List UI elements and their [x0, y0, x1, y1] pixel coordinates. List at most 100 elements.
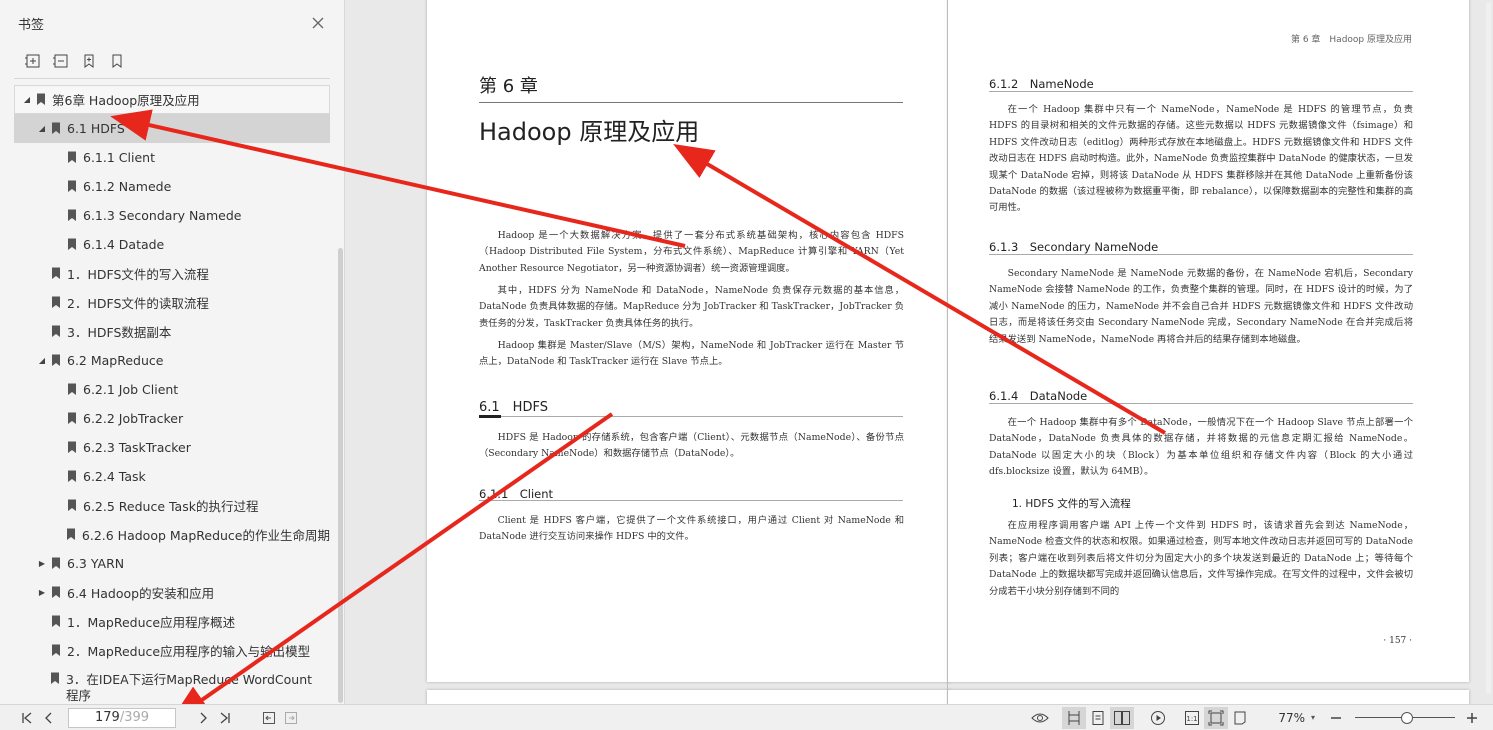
- toggle-spacer: [52, 442, 64, 454]
- bookmark-6-1-1[interactable]: 6.1.1 Client: [14, 143, 330, 172]
- bookmark-icon: [67, 151, 77, 164]
- fit-width-icon[interactable]: [1228, 707, 1252, 729]
- bookmark-label: 6.1.1 Client: [83, 150, 155, 165]
- zoom-dropdown-icon[interactable]: ▾: [1311, 713, 1315, 722]
- zoom-out-icon[interactable]: [1325, 707, 1347, 729]
- total-pages: /399: [119, 710, 150, 725]
- collapsed-toggle-icon[interactable]: ▶: [36, 587, 48, 599]
- toggle-spacer: [52, 239, 64, 251]
- actual-size-icon[interactable]: 1:1: [1180, 707, 1204, 729]
- eye-protection-icon[interactable]: [1028, 707, 1052, 729]
- next-page-left: [427, 690, 950, 704]
- bookmark-icon[interactable]: [108, 52, 126, 70]
- zoom-in-icon[interactable]: [1461, 707, 1483, 729]
- add-bookmark-icon[interactable]: [80, 52, 98, 70]
- intro-paragraph-2: 其中，HDFS 分为 NameNode 和 DataNode，NameNode …: [479, 285, 904, 329]
- toggle-spacer: [36, 645, 48, 657]
- bookmark-6-2-3[interactable]: 6.2.3 TaskTracker: [14, 433, 330, 462]
- play-icon[interactable]: [1146, 707, 1170, 729]
- bookmarks-toolbar: [0, 46, 344, 76]
- bookmark-label: 6.2.2 JobTracker: [83, 411, 184, 426]
- close-icon[interactable]: [310, 15, 326, 31]
- previous-page-icon[interactable]: [38, 707, 60, 729]
- bookmark-icon: [67, 412, 77, 425]
- bookmark-6-1-3[interactable]: 6.1.3 Secondary Namede: [14, 201, 330, 230]
- page-number-input[interactable]: 179/399: [68, 707, 176, 728]
- forward-icon[interactable]: [280, 707, 302, 729]
- bookmark-hdfs-read[interactable]: 2．HDFS文件的读取流程: [14, 288, 330, 317]
- bookmark-chapter-6[interactable]: ◢ 第6章 Hadoop原理及应用: [14, 85, 330, 114]
- bookmark-6-2-6[interactable]: 6.2.6 Hadoop MapReduce的作业生命周期: [14, 520, 330, 549]
- bookmark-6-2-2[interactable]: 6.2.2 JobTracker: [14, 404, 330, 433]
- bookmark-icon: [51, 354, 61, 367]
- bookmark-tree: ◢ 第6章 Hadoop原理及应用 ◢ 6.1 HDFS 6.1.1 Client 6.1…: [14, 85, 330, 704]
- bookmark-label: 6.1.2 Namede: [83, 179, 172, 194]
- bookmark-6-1-4[interactable]: 6.1.4 Datade: [14, 230, 330, 259]
- section-6-1-4-heading: 6.1.4 DataNode: [989, 389, 1088, 403]
- bookmark-6-3[interactable]: ▶ 6.3 YARN: [14, 549, 330, 578]
- bookmark-6-2[interactable]: ◢ 6.2 MapReduce: [14, 346, 330, 375]
- bookmark-6-2-1[interactable]: 6.2.1 Job Client: [14, 375, 330, 404]
- bookmark-icon: [67, 180, 77, 193]
- collapsed-toggle-icon[interactable]: ▶: [36, 558, 48, 570]
- section-6-1-text: HDFS 是 Hadoop 的存储系统，包含客户端（Client）、元数据节点（…: [479, 432, 904, 460]
- expanded-toggle-icon[interactable]: ◢: [36, 123, 48, 135]
- section-6-1-3-heading: 6.1.3 Secondary NameNode: [989, 240, 1159, 254]
- svg-text:1:1: 1:1: [1187, 715, 1198, 723]
- expand-all-icon[interactable]: [24, 52, 42, 70]
- section-6-1-heading: 6.1 HDFS: [479, 400, 548, 415]
- bookmark-6-4[interactable]: ▶ 6.4 Hadoop的安装和应用: [14, 578, 330, 607]
- intro-paragraph-1: Hadoop 是一个大数据解决方案，提供了一套分布式系统基础架构，核心内容包含 …: [479, 230, 904, 274]
- last-page-icon[interactable]: [214, 707, 236, 729]
- toggle-spacer: [52, 181, 64, 193]
- bookmark-6-1-2[interactable]: 6.1.2 Namede: [14, 172, 330, 201]
- toggle-spacer: [36, 326, 48, 338]
- bookmark-icon: [50, 672, 60, 685]
- bookmark-6-2-4[interactable]: 6.2.4 Task: [14, 462, 330, 491]
- bookmark-hdfs-write[interactable]: 1．HDFS文件的写入流程: [14, 259, 330, 288]
- bookmark-label: 6.3 YARN: [67, 556, 125, 571]
- rule-6-1-3: [989, 254, 1413, 255]
- toggle-spacer: [52, 152, 64, 164]
- expanded-toggle-icon[interactable]: ◢: [36, 355, 48, 367]
- section-6-1-2-heading: 6.1.2 NameNode: [989, 77, 1094, 91]
- zoom-slider[interactable]: [1355, 711, 1455, 725]
- collapse-all-icon[interactable]: [52, 52, 70, 70]
- single-page-icon[interactable]: [1086, 707, 1110, 729]
- single-page-continuous-icon[interactable]: [1062, 706, 1087, 729]
- first-page-icon[interactable]: [16, 707, 38, 729]
- zoom-level[interactable]: 77%: [1278, 711, 1305, 725]
- bookmark-label: 6.2.5 Reduce Task的执行过程: [83, 499, 259, 514]
- bookmark-idea-wordcount[interactable]: 3．在IDEA下运行MapReduce WordCount程序: [14, 665, 314, 704]
- fit-page-icon[interactable]: [1204, 706, 1229, 729]
- section-6-1-1-text: Client 是 HDFS 客户端，它提供了一个文件系统接口，用户通过 Clie…: [479, 515, 904, 543]
- toggle-spacer: [52, 413, 64, 425]
- expanded-toggle-icon[interactable]: ◢: [21, 94, 33, 106]
- bookmark-label: 6.2.1 Job Client: [83, 382, 179, 397]
- bookmark-label: 2．MapReduce应用程序的输入与输出模型: [67, 644, 311, 659]
- bookmark-icon: [67, 209, 77, 222]
- bookmark-label: 6.1.4 Datade: [83, 237, 165, 252]
- page-left: 第 6 章 Hadoop 原理及应用 Hadoop 是一个大数据解决方案，提供了…: [427, 0, 950, 682]
- back-icon[interactable]: [258, 707, 280, 729]
- toggle-spacer: [52, 500, 64, 512]
- bookmark-mr-io[interactable]: 2．MapReduce应用程序的输入与输出模型: [14, 636, 330, 665]
- bookmark-icon: [51, 644, 61, 657]
- bookmark-label: 6.2.6 Hadoop MapReduce的作业生命周期: [81, 528, 330, 543]
- bookmark-hdfs-replica[interactable]: 3．HDFS数据副本: [14, 317, 330, 346]
- zoom-slider-knob[interactable]: [1400, 711, 1413, 724]
- two-page-icon[interactable]: [1110, 706, 1135, 729]
- bookmark-6-1-hdfs[interactable]: ◢ 6.1 HDFS: [14, 114, 330, 143]
- bookmark-label: 2．HDFS文件的读取流程: [67, 296, 209, 311]
- toggle-spacer: [52, 529, 63, 541]
- document-scrollbar[interactable]: [1486, 3, 1491, 693]
- bookmark-icon: [67, 499, 77, 512]
- bookmark-icon: [51, 267, 61, 280]
- subsection-1-heading: 1. HDFS 文件的写入流程: [1012, 498, 1131, 510]
- bookmark-6-2-5[interactable]: 6.2.5 Reduce Task的执行过程: [14, 491, 330, 520]
- bookmark-mr-overview[interactable]: 1．MapReduce应用程序概述: [14, 607, 330, 636]
- sidebar-scrollbar[interactable]: [338, 248, 343, 703]
- bookmark-label: 3．HDFS数据副本: [67, 325, 172, 340]
- bookmark-icon: [51, 296, 61, 309]
- next-page-icon[interactable]: [192, 707, 214, 729]
